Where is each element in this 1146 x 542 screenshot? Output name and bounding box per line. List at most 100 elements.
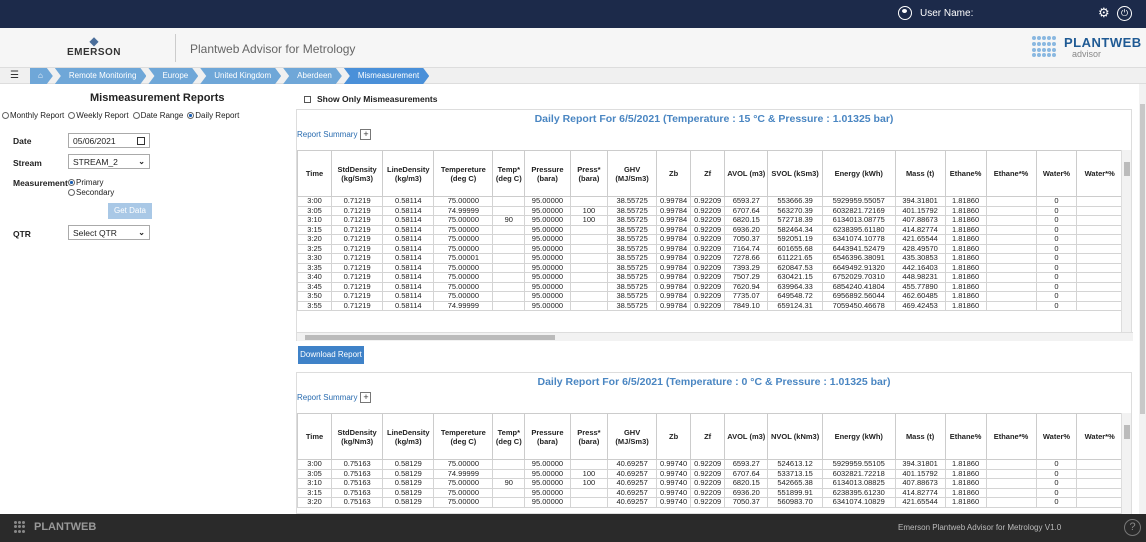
breadcrumb-item-current[interactable]: Mismeasurement <box>344 68 429 84</box>
table-cell: 95.00000 <box>524 253 571 264</box>
column-header: Ethane% <box>944 413 987 460</box>
expand-plus-icon[interactable]: + <box>360 392 372 403</box>
emerson-mark-icon: ◆ <box>89 34 99 48</box>
qtr-select[interactable]: Select QTR ⌄ <box>68 225 150 240</box>
table-row: 3:00 0.71219 0.58114 75.00000 95.00000 38.557… <box>297 196 1123 207</box>
table-cell: 3:30 <box>297 253 333 264</box>
show-only-mismeasurements[interactable]: Show Only Mismeasurements <box>304 94 437 104</box>
column-header: Energy (kWh) <box>821 413 896 460</box>
breadcrumb-item[interactable]: United Kingdom <box>200 68 281 84</box>
gears-icon[interactable]: ⚙ <box>1098 5 1110 21</box>
report-summary-toggle[interactable]: Report Summary + <box>297 129 372 140</box>
breadcrumb-home[interactable]: ⌂ <box>30 68 53 84</box>
radio-primary[interactable]: Primary <box>68 178 114 188</box>
breadcrumb-item[interactable]: Europe <box>148 68 198 84</box>
breadcrumb-item[interactable]: Remote Monitoring <box>55 68 147 84</box>
table-cell <box>569 253 609 264</box>
table-cell: 100 <box>569 478 609 489</box>
table-cell: 0.99784 <box>656 272 692 283</box>
table-row: 3:20 0.71219 0.58114 75.00000 95.00000 38.557… <box>297 234 1123 245</box>
table-cell: 0.71219 <box>331 291 384 302</box>
version-text: Emerson Plantweb Advisor for Metrology V… <box>898 523 1062 532</box>
table-cell: 0.92209 <box>690 215 726 226</box>
footer-logo-text: PLANTWEB <box>34 521 97 533</box>
table-cell: 0 <box>1035 272 1078 283</box>
table-cell <box>1076 497 1123 508</box>
table-cell <box>1076 215 1123 226</box>
table-cell: 7050.37 <box>724 234 769 245</box>
breadcrumb-item[interactable]: Aberdeen <box>283 68 342 84</box>
table-cell: 448.98231 <box>894 272 946 283</box>
table-cell: 630421.15 <box>767 272 823 283</box>
help-icon[interactable]: ? <box>1124 519 1141 536</box>
table-cell: 95.00000 <box>524 196 571 207</box>
vertical-scrollbar[interactable] <box>1121 150 1131 332</box>
checkbox-label: Show Only Mismeasurements <box>317 94 438 104</box>
expand-plus-icon[interactable]: + <box>360 129 372 140</box>
table-cell <box>569 272 609 283</box>
report-summary-toggle[interactable]: Report Summary + <box>297 392 372 403</box>
chevron-down-icon: ⌄ <box>138 228 145 237</box>
column-header: Time <box>297 150 333 197</box>
table-cell: 524613.12 <box>767 459 823 470</box>
table-cell <box>1076 300 1123 311</box>
get-data-button[interactable]: Get Data <box>108 203 152 219</box>
scroll-thumb[interactable] <box>1124 425 1130 439</box>
user-menu[interactable]: User Name: <box>898 6 973 20</box>
radio-date-range[interactable]: Date Range <box>132 111 183 120</box>
horizontal-scrollbar[interactable] <box>297 332 1133 341</box>
stream-select[interactable]: STREAM_2 ⌄ <box>68 154 150 169</box>
radio-weekly[interactable]: Weekly Report <box>68 111 129 120</box>
page-scrollbar[interactable] <box>1139 84 1146 514</box>
table-cell: 6341074.10829 <box>821 497 896 508</box>
scroll-thumb[interactable] <box>305 335 555 340</box>
table-cell: 0.75163 <box>331 478 384 489</box>
calendar-icon[interactable] <box>137 136 145 145</box>
table-cell: 95.00000 <box>524 459 571 470</box>
table-cell: 95.00000 <box>524 497 571 508</box>
column-header: Zb <box>656 413 692 460</box>
table-row: 3:10 0.75163 0.58129 75.00000 90 95.00000 100 4… <box>297 478 1123 489</box>
checkbox-icon[interactable] <box>304 95 311 103</box>
table-cell: 7278.66 <box>724 253 769 264</box>
filter-panel: Mismeasurement Reports Monthly Report We… <box>0 84 280 514</box>
column-header: Temp* (deg C) <box>492 413 526 460</box>
table-cell: 421.65544 <box>894 234 946 245</box>
table-cell: 75.00000 <box>433 459 494 470</box>
column-header: Water*% <box>1076 413 1123 460</box>
radio-daily[interactable]: Daily Report <box>187 111 239 120</box>
table-cell <box>985 243 1037 254</box>
table-header-row: Time StdDensity (kg/Nm3) LineDensity (kg/m… <box>297 413 1123 460</box>
table-cell <box>1076 262 1123 273</box>
table-cell: 95.00000 <box>524 272 571 283</box>
column-header: Water% <box>1035 413 1078 460</box>
stream-value: STREAM_2 <box>73 156 118 167</box>
column-header: Mass (t) <box>894 150 946 197</box>
table-cell: 1.81860 <box>944 253 987 264</box>
date-input[interactable]: 05/06/2021 <box>68 133 150 148</box>
app-header: ◆ EMERSON Plantweb Advisor for Metrology… <box>0 28 1146 68</box>
plantweb-dots-icon <box>14 521 28 533</box>
power-icon[interactable]: ⏻ <box>1117 6 1132 21</box>
radio-monthly[interactable]: Monthly Report <box>2 111 64 120</box>
table-cell: 95.00000 <box>524 215 571 226</box>
radio-secondary[interactable]: Secondary <box>68 188 114 198</box>
table-cell: 659124.31 <box>767 300 823 311</box>
table-header-row: Time StdDensity (kg/Sm3) LineDensity (kg/m… <box>297 150 1123 197</box>
scroll-thumb[interactable] <box>1140 104 1145 414</box>
table-cell <box>492 459 526 470</box>
radio-circle-icon <box>68 179 75 186</box>
table-cell <box>985 224 1037 235</box>
scroll-thumb[interactable] <box>1124 162 1130 176</box>
measurement-label: Measurement <box>13 178 68 188</box>
table-cell: 394.31801 <box>894 196 946 207</box>
table-cell <box>569 196 609 207</box>
column-header: Ethane% <box>944 150 987 197</box>
hamburger-menu-icon[interactable]: ☰ <box>10 70 19 81</box>
table-cell: 0.58114 <box>382 234 435 245</box>
column-header: StdDensity (kg/Nm3) <box>331 413 384 460</box>
download-report-button[interactable]: Download Report <box>298 346 364 364</box>
table-cell <box>569 243 609 254</box>
vertical-scrollbar[interactable] <box>1121 413 1131 515</box>
table-cell: 6956892.56044 <box>821 291 896 302</box>
